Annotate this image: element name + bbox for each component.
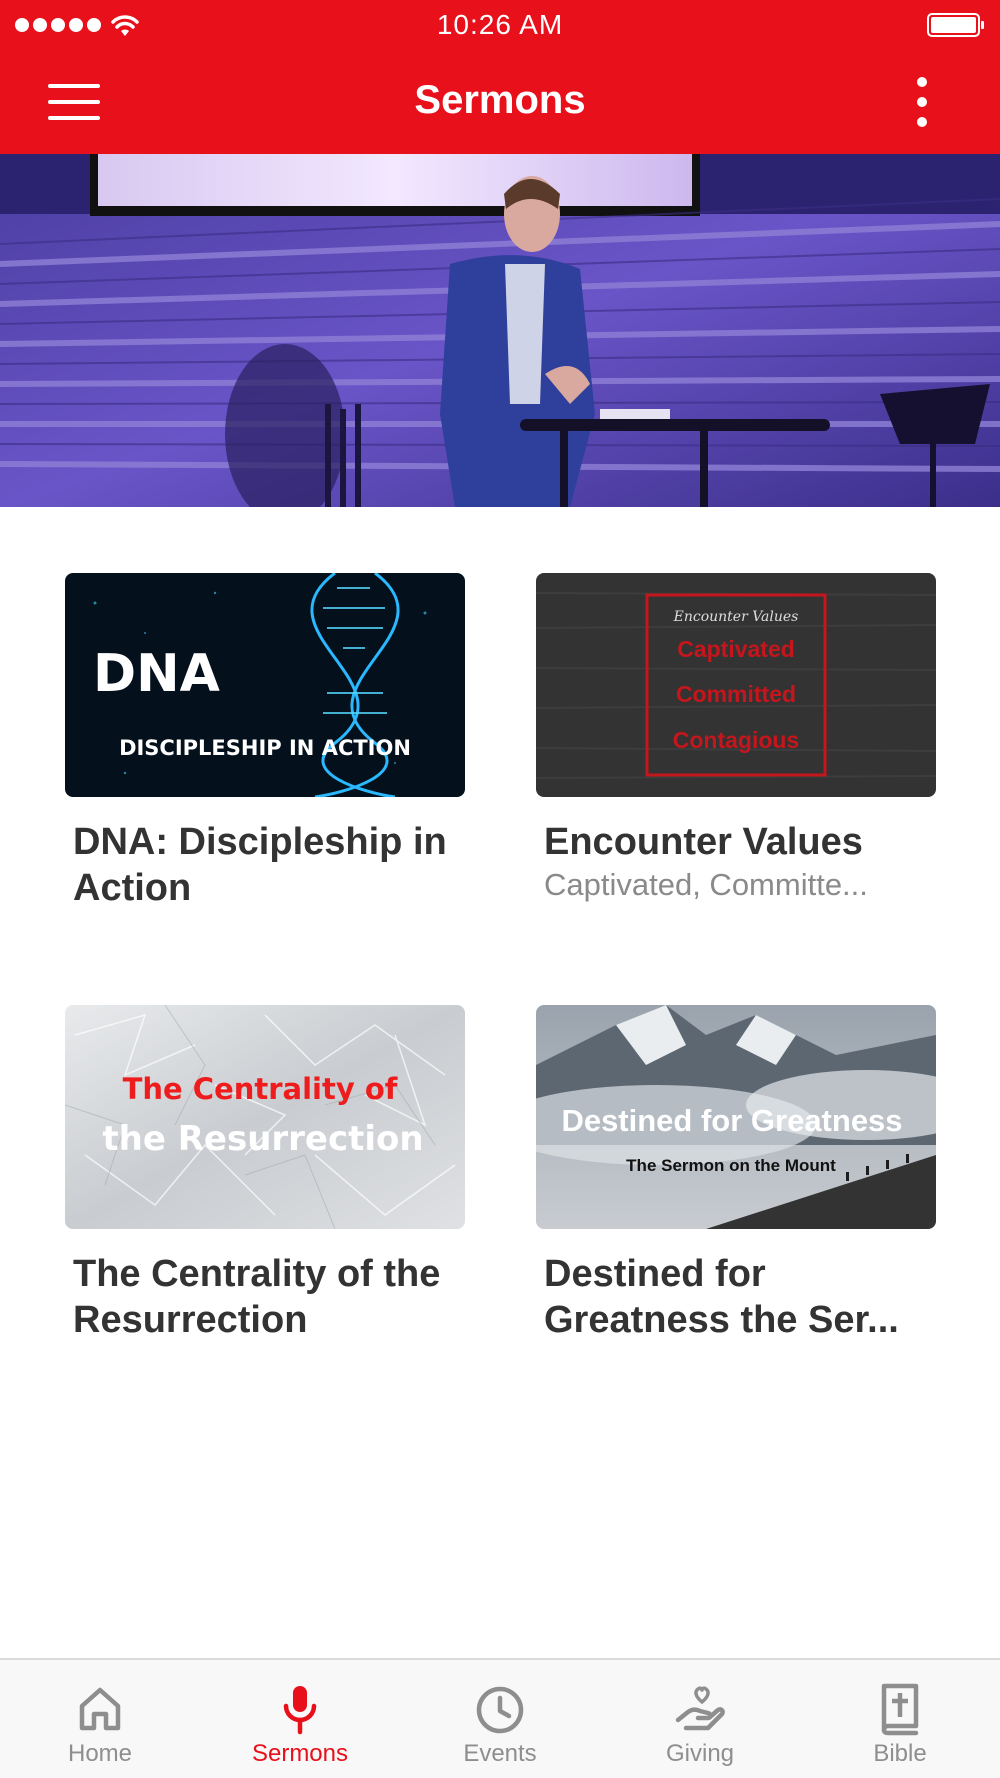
sermon-thumbnail: The Centrality of the Resurrection xyxy=(65,1005,465,1229)
more-vertical-icon[interactable] xyxy=(905,75,941,131)
thumbnail-caption: The Sermon on the Mount xyxy=(626,1156,836,1175)
thumbnail-line: Committed xyxy=(676,681,796,707)
clock-icon xyxy=(476,1686,524,1734)
status-bar: 10:26 AM xyxy=(0,0,1000,50)
thumbnail-heading: Encounter Values xyxy=(673,609,799,625)
sermon-thumbnail: Encounter Values Captivated Committed Co… xyxy=(536,573,936,797)
tab-giving[interactable]: Giving xyxy=(600,1660,800,1778)
bottom-tab-bar: Home Sermons Events Giving Bible xyxy=(0,1658,1000,1778)
thumbnail-line: the Resurrection xyxy=(102,1119,423,1159)
sermon-card[interactable]: Encounter Values Captivated Committed Co… xyxy=(536,573,936,905)
microphone-icon xyxy=(283,1686,317,1735)
tab-home[interactable]: Home xyxy=(0,1660,200,1778)
sermon-subtitle: Captivated, Committe... xyxy=(544,867,868,902)
home-icon xyxy=(79,1687,121,1731)
status-time: 10:26 AM xyxy=(436,9,564,40)
sermon-title: Destined for Greatness the Ser... xyxy=(544,1253,899,1341)
tab-label: Home xyxy=(67,1740,133,1767)
tab-events[interactable]: Events xyxy=(400,1660,600,1778)
sermon-card[interactable]: DNA DISCIPLESHIP IN ACTION DNA: Disciple… xyxy=(65,573,465,911)
thumbnail-caption: DISCIPLESHIP IN ACTION xyxy=(119,736,411,760)
page-title: Sermons xyxy=(414,78,586,122)
pastor-preaching-stage-photo xyxy=(0,154,1000,507)
battery-icon xyxy=(927,13,984,37)
sermon-title: The Centrality of the Resurrection xyxy=(73,1253,441,1341)
tab-bible[interactable]: Bible xyxy=(800,1660,1000,1778)
hamburger-menu-icon[interactable] xyxy=(44,82,104,122)
sermon-card[interactable]: Destined for Greatness The Sermon on the… xyxy=(536,1005,936,1343)
tab-label: Events xyxy=(463,1740,537,1767)
app-header: 10:26 AM Sermons xyxy=(0,0,1000,154)
thumbnail-line: Contagious xyxy=(673,727,800,753)
thumbnail-line: Captivated xyxy=(677,636,795,662)
giving-hand-icon xyxy=(675,1686,725,1731)
tab-label: Sermons xyxy=(251,1740,349,1767)
tab-sermons[interactable]: Sermons xyxy=(200,1660,400,1778)
sermon-title: Encounter Values xyxy=(544,821,863,863)
hero-banner[interactable] xyxy=(0,154,1000,507)
thumbnail-line: The Centrality of xyxy=(123,1072,398,1106)
sermon-thumbnail: DNA DISCIPLESHIP IN ACTION xyxy=(65,573,465,797)
sermon-title: DNA: Discipleship in Action xyxy=(73,821,447,909)
bible-icon xyxy=(881,1683,919,1736)
sermon-card[interactable]: The Centrality of the Resurrection The C… xyxy=(65,1005,465,1343)
sermon-thumbnail: Destined for Greatness The Sermon on the… xyxy=(536,1005,936,1229)
thumbnail-heading: Destined for Greatness xyxy=(561,1103,902,1138)
tab-label: Bible xyxy=(873,1740,927,1767)
tab-label: Giving xyxy=(665,1740,735,1767)
thumbnail-heading: DNA xyxy=(93,644,220,704)
